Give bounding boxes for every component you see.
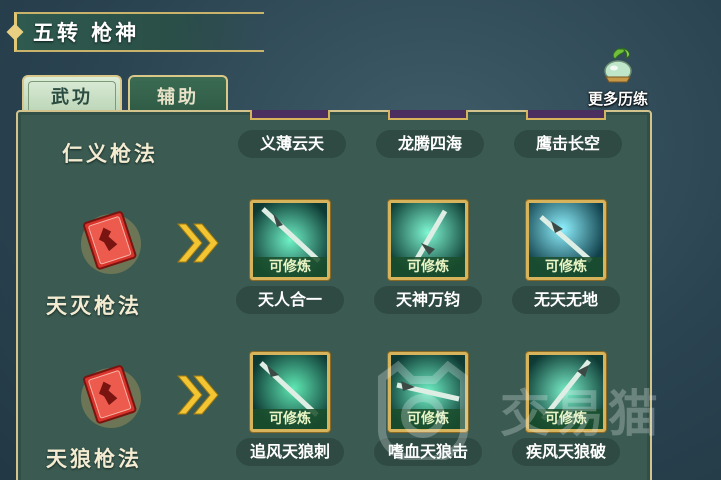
tab-label: 武功 [51,87,93,108]
page-title: 五转 枪神 [33,21,140,45]
spear-skill-icon: 可修炼 [526,200,606,280]
skill-book-icon[interactable] [76,360,146,430]
skill-name: 天狼枪法 [46,446,142,471]
spear-skill-icon: 可修炼 [526,352,606,432]
tab-auxiliary[interactable]: 辅助 [128,75,228,115]
move-icon-partial [388,110,468,120]
diamond-ornament-icon [6,23,24,41]
skill-name: 天灭枪法 [46,293,142,318]
more-training-label: 更多历练 [587,90,648,108]
chevron-right-icon [176,223,219,263]
skill-book-icon[interactable] [76,206,146,276]
trainable-badge: 可修炼 [253,257,327,277]
move-label: 天人合一 [236,286,344,314]
chevron-right-icon [176,375,219,415]
move-label: 义薄云天 [238,130,346,158]
move-label: 疾风天狼破 [512,438,620,466]
move-icon-partial [526,110,606,120]
spear-skill-icon: 可修炼 [250,352,330,432]
trainable-badge: 可修炼 [529,409,603,429]
spear-skill-icon: 可修炼 [388,200,468,280]
trainable-badge: 可修炼 [391,257,465,277]
trainable-badge: 可修炼 [529,257,603,277]
move-label: 龙腾四海 [376,130,484,158]
move-label: 天神万钧 [374,286,482,314]
move-label: 鹰击长空 [514,130,622,158]
tab-label: 辅助 [157,87,199,108]
title-bar: 五转 枪神 [6,12,264,52]
skill-name: 仁义枪法 [62,141,158,166]
spear-skill-icon: 可修炼 [388,352,468,432]
move-label: 嗜血天狼击 [374,438,482,466]
tab-martial-arts[interactable]: 武功 [22,75,122,115]
spear-skill-icon: 可修炼 [250,200,330,280]
move-label: 无天无地 [512,286,620,314]
trainable-badge: 可修炼 [391,409,465,429]
move-icon-partial [250,110,330,120]
trainable-badge: 可修炼 [253,409,327,429]
move-label: 追风天狼刺 [236,438,344,466]
jade-gourd-icon [604,47,632,83]
more-training-button[interactable]: 更多历练 [578,46,658,110]
